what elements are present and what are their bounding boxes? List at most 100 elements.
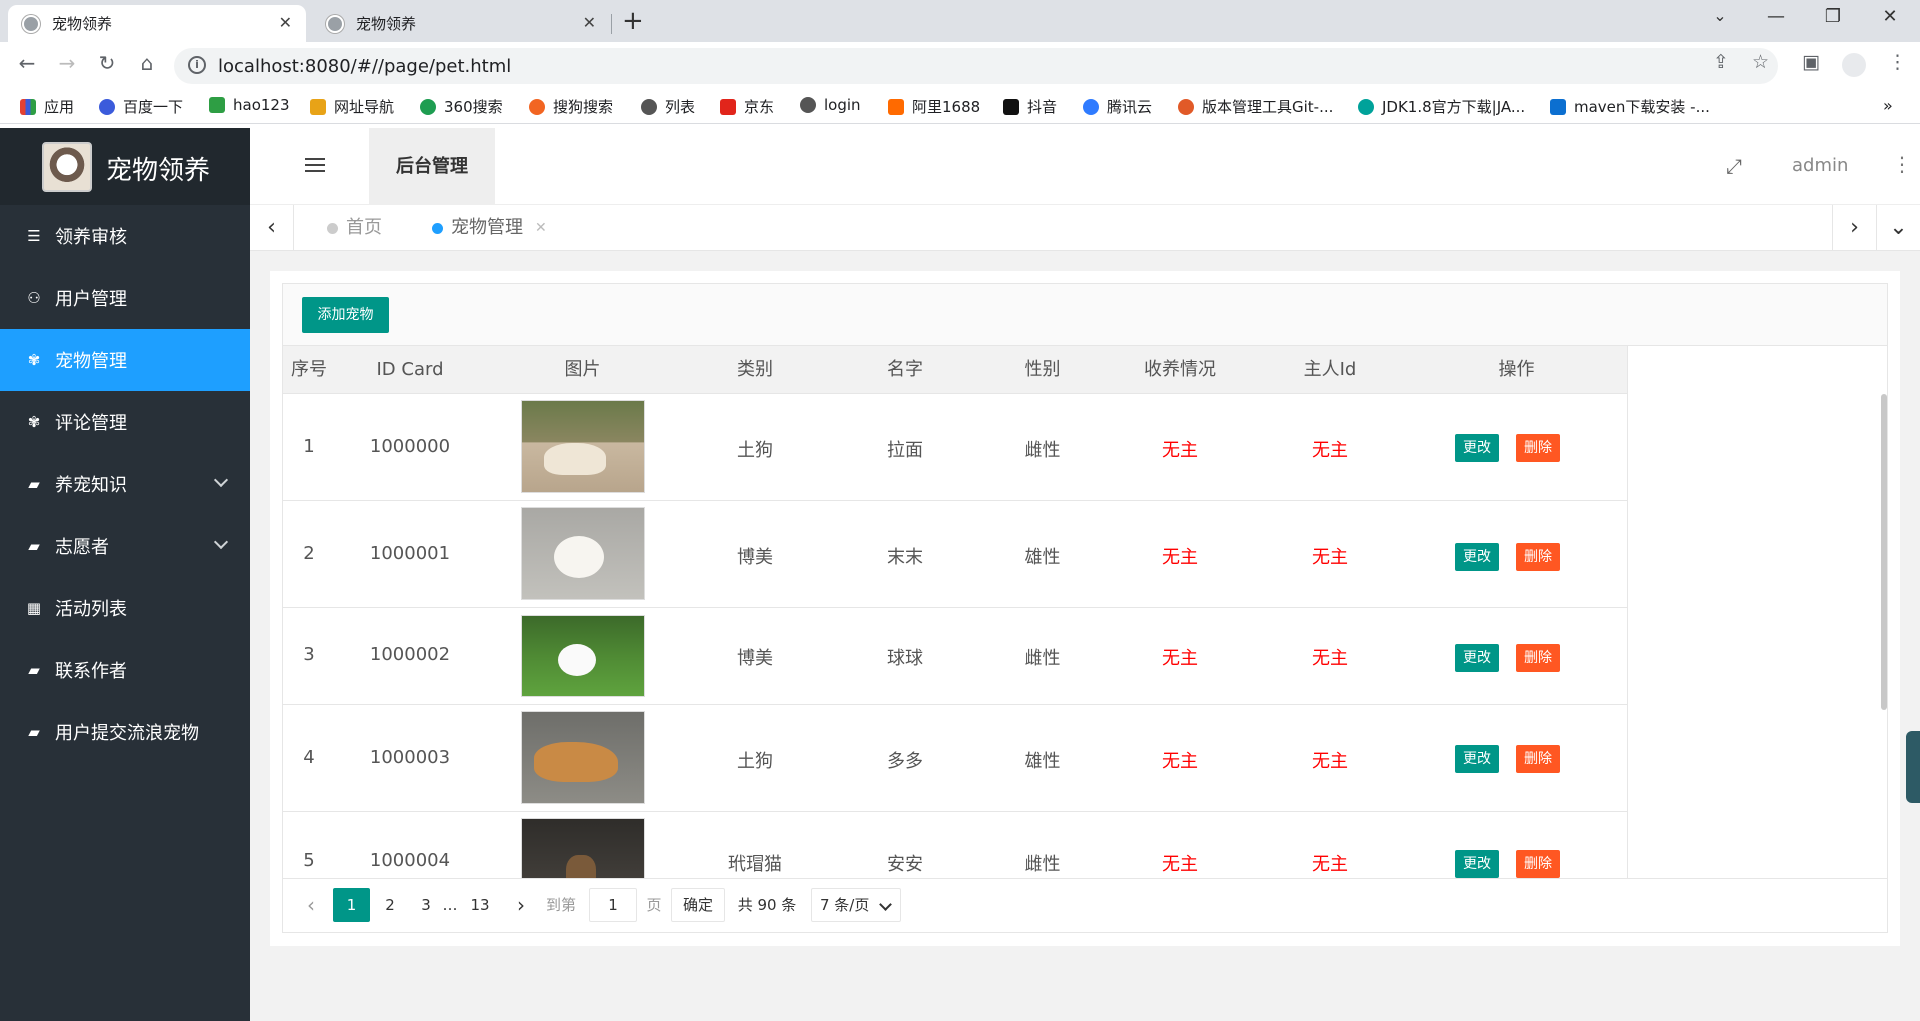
edit-button[interactable]: 更改 bbox=[1455, 434, 1499, 462]
sidebar: 宠物领养 ☰ 领养审核 ⚇ 用户管理 ✾ 宠物管理 ✾ 评论管理 ▰ 养宠知识 ▰ 志愿者 … bbox=[0, 128, 250, 1021]
delete-button[interactable]: 删除 bbox=[1516, 850, 1560, 878]
bookmark-git[interactable]: 版本管理工具Git-... bbox=[1178, 96, 1333, 117]
tabs-scroll-right-icon[interactable]: › bbox=[1832, 205, 1876, 251]
delete-button[interactable]: 删除 bbox=[1516, 745, 1560, 773]
tab-separator bbox=[611, 14, 612, 34]
menu-volunteers[interactable]: ▰ 志愿者 bbox=[0, 515, 250, 577]
table-row: 1 1000000 土狗 拉面 雌性 无主 无主 更改 删除 bbox=[283, 394, 1628, 501]
goto-page-input[interactable]: 1 bbox=[589, 888, 637, 922]
bookmark-login[interactable]: login bbox=[800, 96, 861, 114]
table-scrollbar[interactable] bbox=[1881, 394, 1887, 710]
top-header: 后台管理 ⤢ admin ⋮ bbox=[250, 128, 1920, 205]
bookmark-jd[interactable]: 京东 bbox=[720, 96, 774, 117]
url-text[interactable]: localhost:8080/#//page/pet.html bbox=[218, 56, 511, 77]
tencent-cloud-icon bbox=[1083, 98, 1099, 115]
sogou-icon bbox=[529, 98, 545, 115]
reload-icon[interactable]: ↻ bbox=[93, 51, 121, 75]
goto-label: 到第 bbox=[545, 896, 576, 914]
bookmark-baidu[interactable]: 百度一下 bbox=[99, 96, 183, 117]
delete-button[interactable]: 删除 bbox=[1516, 543, 1560, 571]
share-icon[interactable]: ⇪ bbox=[1713, 51, 1729, 73]
bookmark-star-icon[interactable]: ☆ bbox=[1752, 51, 1769, 73]
fullscreen-icon[interactable]: ⤢ bbox=[1726, 154, 1742, 178]
delete-button[interactable]: 删除 bbox=[1516, 434, 1560, 462]
page-tab-home[interactable]: 首页 bbox=[327, 205, 382, 251]
prev-page-icon[interactable]: ‹ bbox=[299, 888, 323, 922]
browser-menu-icon[interactable]: ⋮ bbox=[1888, 51, 1907, 73]
cell-id-card: 1000001 bbox=[369, 543, 451, 564]
bookmark-tencent-cloud[interactable]: 腾讯云 bbox=[1083, 96, 1152, 117]
next-page-icon[interactable]: › bbox=[509, 888, 533, 922]
close-tab-icon[interactable]: ✕ bbox=[535, 205, 547, 251]
close-window-button[interactable]: ✕ bbox=[1870, 6, 1910, 27]
bookmark-apps[interactable]: 应用 bbox=[20, 96, 74, 117]
page-2[interactable]: 2 bbox=[375, 888, 405, 922]
menu-activity-list[interactable]: ▦ 活动列表 bbox=[0, 577, 250, 639]
goto-confirm-button[interactable]: 确定 bbox=[671, 888, 725, 922]
more-options-icon[interactable]: ⋮ bbox=[1892, 152, 1912, 176]
dog-figure bbox=[534, 742, 618, 782]
minimize-button[interactable]: — bbox=[1756, 6, 1796, 27]
add-pet-button[interactable]: 添加宠物 bbox=[302, 297, 389, 333]
page-tab-pet-management[interactable]: 宠物管理 ✕ bbox=[432, 205, 547, 251]
edit-button[interactable]: 更改 bbox=[1455, 644, 1499, 672]
extension-widget[interactable] bbox=[1906, 731, 1920, 803]
zhihu-icon bbox=[1550, 98, 1566, 115]
bookmarks-overflow-icon[interactable]: » bbox=[1883, 96, 1893, 115]
bookmark-360[interactable]: 360搜索 bbox=[420, 96, 503, 117]
tabs-dropdown-icon[interactable]: ⌄ bbox=[1876, 205, 1920, 251]
top-tab-backend[interactable]: 后台管理 bbox=[369, 128, 495, 205]
edit-button[interactable]: 更改 bbox=[1455, 745, 1499, 773]
omnibox[interactable]: i localhost:8080/#//page/pet.html bbox=[174, 48, 1778, 84]
cell-id-card: 1000002 bbox=[369, 644, 451, 665]
restore-button[interactable]: ❐ bbox=[1813, 6, 1853, 27]
delete-button[interactable]: 删除 bbox=[1516, 644, 1560, 672]
bookmark-list[interactable]: 列表 bbox=[641, 96, 695, 117]
edit-button[interactable]: 更改 bbox=[1455, 543, 1499, 571]
bookmark-nav[interactable]: 网址导航 bbox=[310, 96, 394, 117]
page-1[interactable]: 1 bbox=[333, 888, 370, 922]
tabs-scroll-left-icon[interactable]: ‹ bbox=[250, 205, 294, 251]
pet-photo bbox=[521, 507, 645, 600]
bookmark-maven[interactable]: maven下载安装 -... bbox=[1550, 96, 1710, 117]
hao123-icon bbox=[209, 97, 225, 113]
book-icon: ▰ bbox=[28, 537, 40, 555]
menu-adoption-review[interactable]: ☰ 领养审核 bbox=[0, 205, 250, 267]
menu-pet-knowledge[interactable]: ▰ 养宠知识 bbox=[0, 453, 250, 515]
app-logo[interactable]: 宠物领养 bbox=[0, 128, 250, 205]
page-3[interactable]: 3 bbox=[411, 888, 441, 922]
cell-index: 3 bbox=[303, 644, 315, 665]
close-tab-icon[interactable]: ✕ bbox=[583, 14, 596, 32]
forward-icon[interactable]: → bbox=[53, 51, 81, 75]
sidebar-toggle-icon[interactable] bbox=[305, 158, 325, 174]
bookmark-1688[interactable]: 阿里1688 bbox=[888, 96, 980, 117]
home-icon[interactable]: ⌂ bbox=[133, 51, 161, 75]
menu-contact-author[interactable]: ▰ 联系作者 bbox=[0, 639, 250, 701]
browser-tab[interactable]: 宠物领养 ✕ bbox=[312, 5, 610, 42]
bookmark-jdk[interactable]: JDK1.8官方下载|JA... bbox=[1358, 96, 1525, 117]
page-size-select[interactable]: 7 条/页 bbox=[811, 888, 901, 922]
site-info-icon[interactable]: i bbox=[188, 56, 206, 74]
browser-tab-active[interactable]: 宠物领养 ✕ bbox=[8, 5, 306, 42]
profile-avatar-icon[interactable] bbox=[1842, 53, 1866, 77]
tab-search-icon[interactable]: ⌄ bbox=[1700, 6, 1740, 25]
menu-comment-management[interactable]: ✾ 评论管理 bbox=[0, 391, 250, 453]
cell-name: 球球 bbox=[887, 648, 923, 669]
bookmark-hao123[interactable]: hao123 bbox=[209, 96, 290, 114]
menu-pet-management[interactable]: ✾ 宠物管理 bbox=[0, 329, 250, 391]
new-tab-button[interactable]: + bbox=[622, 8, 644, 34]
user-name[interactable]: admin bbox=[1792, 155, 1848, 176]
cell-category: 土狗 bbox=[737, 751, 773, 772]
menu-stray-pet-submissions[interactable]: ▰ 用户提交流浪宠物 bbox=[0, 701, 250, 763]
360-search-icon bbox=[420, 98, 436, 115]
close-tab-icon[interactable]: ✕ bbox=[279, 14, 292, 32]
cell-sex: 雄性 bbox=[1024, 547, 1061, 568]
table-header: 序号 ID Card 图片 类别 名字 性别 收养情况 主人Id 操作 bbox=[283, 346, 1628, 394]
side-panel-icon[interactable]: ▣ bbox=[1802, 51, 1820, 73]
back-icon[interactable]: ← bbox=[13, 51, 41, 75]
menu-user-management[interactable]: ⚇ 用户管理 bbox=[0, 267, 250, 329]
bookmark-sogou[interactable]: 搜狗搜索 bbox=[529, 96, 613, 117]
bookmark-douyin[interactable]: 抖音 bbox=[1003, 96, 1057, 117]
edit-button[interactable]: 更改 bbox=[1455, 850, 1499, 878]
page-last[interactable]: 13 bbox=[463, 888, 497, 922]
